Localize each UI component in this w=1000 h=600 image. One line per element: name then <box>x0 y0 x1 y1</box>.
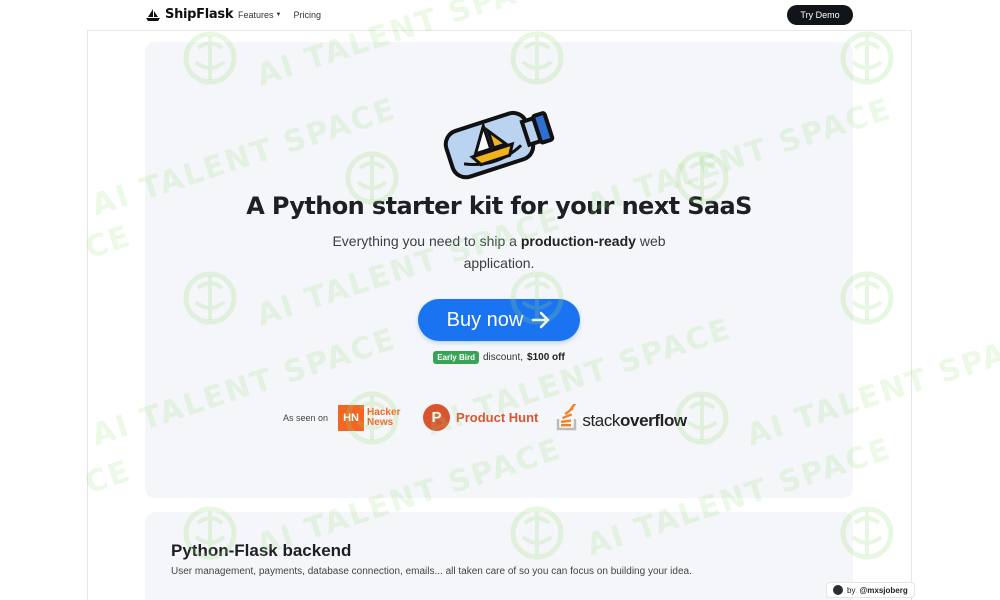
backend-title-rest: backend <box>277 541 352 560</box>
hero-title: A Python starter kit for your next SaaS <box>246 192 752 220</box>
arrow-right-icon <box>532 311 550 329</box>
nav-features[interactable]: Features ▼ <box>238 10 281 20</box>
promo-text: discount, <box>482 352 524 363</box>
product-hunt-wordmark: Product Hunt <box>456 410 539 425</box>
product-hunt-logo[interactable]: P Product Hunt <box>423 404 538 431</box>
as-seen-on: As seen on HN Hacker News P Product Hunt… <box>283 404 687 431</box>
ship-in-bottle-icon <box>443 110 555 180</box>
hero-section: A Python starter kit for your next SaaS … <box>145 42 853 498</box>
hacker-news-logo[interactable]: HN Hacker News <box>338 404 401 431</box>
hero-subtitle-prefix: Everything you need to ship a <box>332 233 521 249</box>
early-bird-badge: Early Bird <box>433 351 479 364</box>
stack-overflow-wordmark: stackoverflow <box>582 411 687 431</box>
hacker-news-wordmark: Hacker News <box>367 406 401 428</box>
nav-features-label: Features <box>238 10 274 20</box>
sailboat-logo-icon <box>146 8 160 21</box>
caret-down-icon: ▼ <box>275 12 282 18</box>
brand-link[interactable]: ShipFlask <box>145 7 233 22</box>
nav-pricing[interactable]: Pricing <box>293 10 321 20</box>
buy-now-button[interactable]: Buy now <box>418 299 580 341</box>
backend-title-bold: Python-Flask <box>171 541 278 560</box>
byline-handle: @mxsjoberg <box>859 585 908 595</box>
hacker-news-word-1: Hacker <box>367 406 401 418</box>
as-seen-on-label: As seen on <box>283 412 329 423</box>
navbar: ShipFlask Features ▼ Pricing Try Demo <box>87 0 912 31</box>
backend-description: User management, payments, database conn… <box>171 566 692 577</box>
stack-overflow-word-2: overflow <box>620 411 687 430</box>
buy-now-label: Buy now <box>446 308 524 331</box>
promo-amount: $100 off <box>527 352 565 363</box>
stack-overflow-icon <box>557 404 578 431</box>
product-hunt-icon: P <box>423 404 451 431</box>
hero-subtitle: Everything you need to ship a production… <box>299 230 699 274</box>
author-byline[interactable]: by @mxsjoberg <box>826 582 915 598</box>
hero-subtitle-bold: production-ready <box>520 233 636 249</box>
promo-line: Early Bird discount, $100 off <box>145 351 853 364</box>
backend-section: Python-Flask backend User management, pa… <box>145 512 853 600</box>
nav-pricing-label: Pricing <box>293 10 321 20</box>
nav-links: Features ▼ Pricing <box>238 10 321 20</box>
stack-overflow-word-1: stack <box>582 411 621 430</box>
backend-title: Python-Flask backend <box>171 541 351 561</box>
hacker-news-icon: HN <box>338 404 365 431</box>
hacker-news-word-2: News <box>367 416 394 428</box>
brand-name: ShipFlask <box>165 7 234 22</box>
stack-overflow-logo[interactable]: stackoverflow <box>556 404 687 431</box>
byline-prefix: by <box>847 585 856 595</box>
try-demo-button[interactable]: Try Demo <box>787 5 853 25</box>
author-avatar <box>833 585 843 595</box>
